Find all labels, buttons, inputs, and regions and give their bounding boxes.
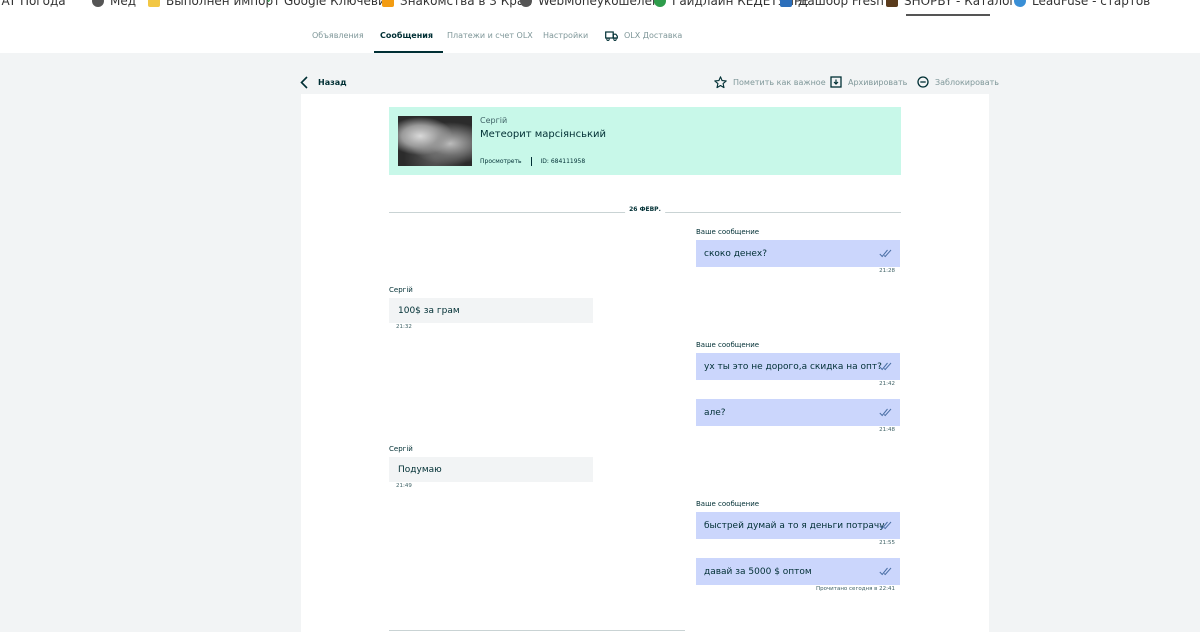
lead-icon (1014, 0, 1026, 7)
chevron-left-icon (300, 75, 308, 89)
view-ad-link[interactable]: Просмотреть (480, 158, 522, 165)
bookmark-label: Знакомства в 3 Край (400, 0, 532, 8)
date-separator: 26 ФЕВР. (389, 206, 901, 218)
ad-thumbnail[interactable] (398, 116, 472, 166)
mark-important-button[interactable]: Пометить как важное (714, 72, 826, 92)
read-status: Прочитано сегодня в 22:41 (815, 586, 895, 592)
truck-icon (605, 30, 618, 41)
double-check-icon (879, 249, 892, 258)
bookmark-label: WebMoneyкошелек (538, 0, 660, 8)
tab-icon (92, 0, 104, 7)
bookmark-label: SHOPBY - Каталог (904, 0, 1016, 8)
my-message-bubble[interactable]: але? (696, 399, 900, 426)
star-icon (714, 75, 727, 88)
bookmark[interactable]: Выполнен импорт (148, 0, 280, 10)
divider (530, 157, 532, 166)
bookmark-label: LeadFuse - стартов (1032, 0, 1151, 8)
message-time: 21:55 (879, 540, 895, 546)
archive-button[interactable]: Архивировать (830, 72, 907, 92)
divider (389, 630, 685, 631)
double-check-icon (879, 567, 892, 576)
conversation-panel: Сергій Метеорит марсіянський Просмотреть… (301, 94, 989, 632)
my-message-bubble[interactable]: скоко денех? (696, 240, 900, 267)
grid-icon (382, 0, 394, 7)
date-label: 26 ФЕВР. (625, 206, 665, 213)
message-text: Подумаю (398, 464, 442, 475)
sender-name: Сергій (389, 286, 413, 294)
bookmark[interactable]: Знакомства в 3 Край (382, 0, 532, 10)
bookmark[interactable]: SHOPBY - Каталог (886, 0, 1016, 10)
bookmark[interactable]: Мед (92, 0, 136, 10)
bookmark[interactable]: ✓ Google Ключевик (266, 0, 393, 10)
ad-seller-name: Сергій (480, 116, 508, 125)
message-time: 21:48 (879, 427, 895, 433)
tab-label: Объявления (312, 31, 364, 40)
bookmark[interactable]: TTAT Погода (0, 0, 66, 10)
mark-important-label: Пометить как важное (733, 77, 826, 87)
account-nav: Объявления Сообщения Платежи и счет OLX … (0, 16, 1200, 53)
bookmarks-bar: TTAT Погода Мед Выполнен импорт ✓ Google… (0, 0, 1200, 17)
tab-label: Платежи и счет OLX (447, 31, 533, 40)
check-icon: ✓ (266, 0, 275, 6)
tab-icon (520, 0, 532, 7)
message-time: 21:28 (879, 268, 895, 274)
back-label: Назад (318, 77, 347, 87)
message-text: давай за 5000 $ оптом (704, 566, 812, 577)
message-text: скоко денех? (704, 248, 767, 259)
my-message-label: Ваше сообщение (696, 500, 760, 508)
my-message-label: Ваше сообщение (696, 228, 760, 236)
tab-payments[interactable]: Платежи и счет OLX (447, 16, 533, 53)
ad-id: ID: 684111958 (540, 158, 586, 165)
double-check-icon (879, 408, 892, 417)
their-message-bubble[interactable]: 100$ за грам (389, 298, 593, 323)
bookmark-label: TTAT Погода (0, 0, 66, 8)
bookmark[interactable]: LeadFuse - стартов (1014, 0, 1150, 10)
double-check-icon (879, 521, 892, 530)
chart-icon (780, 0, 792, 7)
block-button[interactable]: Заблокировать (917, 72, 999, 92)
ad-meta: Просмотреть ID: 684111958 (480, 157, 585, 166)
message-text: але? (704, 407, 726, 418)
block-icon (917, 76, 929, 88)
back-button[interactable]: Назад (300, 72, 347, 92)
tab-messages[interactable]: Сообщения (374, 16, 443, 53)
bookmark[interactable]: Дашбор Fresh (780, 0, 884, 10)
message-time: 21:32 (396, 324, 412, 330)
tab-label: Сообщения (380, 31, 433, 40)
message-text: 100$ за грам (398, 305, 460, 316)
message-time: 21:42 (879, 381, 895, 387)
message-text: ух ты это не дорого,а скидка на опт? (704, 361, 882, 372)
my-message-label: Ваше сообщение (696, 341, 760, 349)
bookmark-label: Выполнен импорт (166, 0, 281, 8)
block-label: Заблокировать (935, 77, 999, 87)
bookmark-label: Мед (110, 0, 137, 8)
bookmark[interactable]: WebMoneyкошелек (520, 0, 659, 10)
conversation-toolbar: Назад Пометить как важное Архивировать З… (300, 72, 999, 92)
tab-label: Настройки (543, 31, 589, 40)
sender-name: Сергій (389, 445, 413, 453)
tab-label: OLX Доставка (624, 31, 683, 40)
double-check-icon (879, 362, 892, 371)
bookmark-label: Дашбор Fresh (798, 0, 884, 8)
bookmark-label: Google Ключевик (284, 0, 394, 8)
their-message-bubble[interactable]: Подумаю (389, 457, 593, 482)
folder-icon (148, 0, 160, 7)
ad-title[interactable]: Метеорит марсіянський (480, 129, 606, 140)
tab-settings[interactable]: Настройки (543, 16, 588, 53)
tab-olx-delivery[interactable]: OLX Доставка (605, 16, 682, 53)
message-time: 21:49 (396, 483, 412, 489)
my-message-bubble[interactable]: ух ты это не дорого,а скидка на опт? (696, 353, 900, 380)
tab-ads[interactable]: Объявления (312, 16, 364, 53)
message-text: быстрей думай а то я деньги потрачу (704, 520, 885, 531)
store-icon (886, 0, 898, 7)
my-message-bubble[interactable]: быстрей думай а то я деньги потрачу (696, 512, 900, 539)
my-message-bubble[interactable]: давай за 5000 $ оптом (696, 558, 900, 585)
ad-card[interactable]: Сергій Метеорит марсіянський Просмотреть… (389, 107, 901, 175)
archive-icon (830, 76, 842, 88)
archive-label: Архивировать (848, 77, 908, 87)
leaf-icon (654, 0, 666, 7)
